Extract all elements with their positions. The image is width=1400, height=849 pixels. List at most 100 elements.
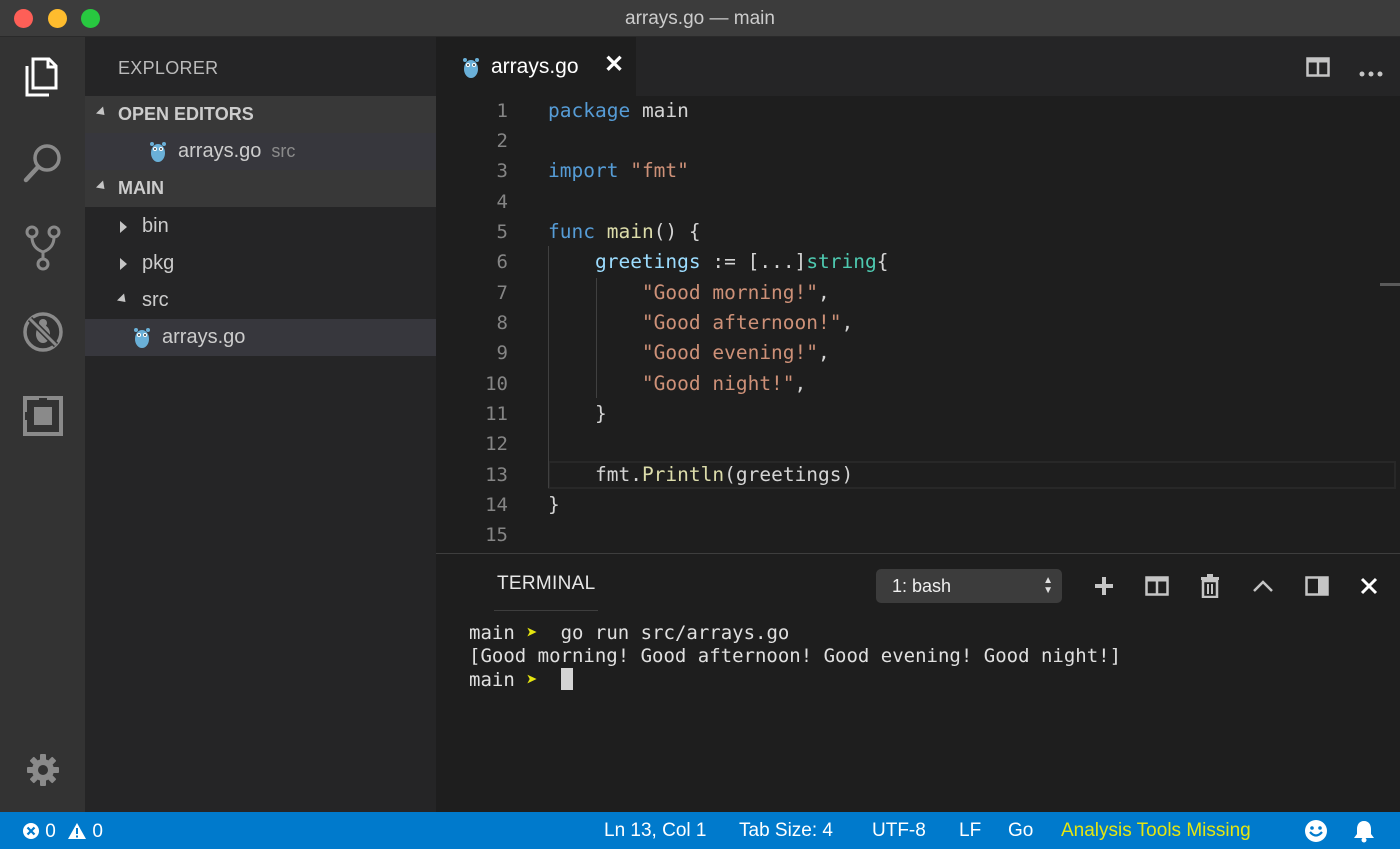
line-number: 1 <box>436 96 508 126</box>
split-icon <box>1145 576 1169 596</box>
debug-activity[interactable] <box>0 297 85 367</box>
extensions-icon <box>22 395 64 437</box>
code-line: } <box>548 490 560 520</box>
code-line: fmt.Println(greetings) <box>548 460 853 490</box>
code-line: func main() { <box>548 217 701 247</box>
new-terminal-button[interactable] <box>1087 569 1121 603</box>
line-number: 3 <box>436 156 508 186</box>
chevron-down-icon <box>117 293 129 305</box>
code-line: "Good evening!", <box>548 338 830 368</box>
debug-icon <box>21 310 65 354</box>
code-line: } <box>548 399 607 429</box>
search-activity[interactable] <box>0 128 85 198</box>
collapse-chevron-icon <box>96 106 108 118</box>
notifications-button[interactable] <box>1353 819 1375 849</box>
manage-activity[interactable] <box>0 735 85 805</box>
editor-tab-bar: arrays.go ✕ <box>436 37 1400 96</box>
tab-arrays-go[interactable]: arrays.go ✕ <box>436 37 636 96</box>
code-editor[interactable]: 1 2 3 4 5 6 7 8 9 10 11 12 13 14 15 pack… <box>436 96 1400 553</box>
tree-item-label: pkg <box>142 252 174 275</box>
end-of-line[interactable]: LF <box>959 820 981 842</box>
tree-folder-pkg[interactable]: pkg <box>85 245 436 282</box>
explorer-activity[interactable] <box>0 42 85 112</box>
split-terminal-button[interactable] <box>1140 569 1174 603</box>
collapse-chevron-icon <box>96 180 108 192</box>
tab-terminal[interactable]: TERMINAL <box>497 573 595 595</box>
close-panel-button[interactable] <box>1352 569 1386 603</box>
gear-icon <box>25 752 61 788</box>
problems-status[interactable]: 0 0 <box>22 821 103 843</box>
go-file-icon <box>133 326 151 348</box>
chevron-right-icon <box>120 221 127 233</box>
chevron-up-icon <box>1252 579 1274 593</box>
line-number: 7 <box>436 278 508 308</box>
feedback-button[interactable] <box>1304 819 1328 849</box>
warning-icon <box>67 822 87 840</box>
explorer-title: EXPLORER <box>118 58 218 79</box>
tree-file-arrays-go[interactable]: arrays.go <box>85 319 436 356</box>
line-number: 10 <box>436 369 508 399</box>
git-branch-icon <box>23 224 63 272</box>
toggle-panel-position-button[interactable] <box>1300 569 1334 603</box>
warning-count: 0 <box>92 821 103 842</box>
line-number: 14 <box>436 490 508 520</box>
line-number: 15 <box>436 520 508 550</box>
open-editor-item[interactable]: arrays.go src <box>85 133 436 170</box>
code-line: package main <box>548 96 689 126</box>
code-line: greetings := [...]string{ <box>548 247 889 277</box>
folder-header-main[interactable]: MAIN <box>85 170 436 207</box>
smiley-icon <box>1304 819 1328 843</box>
status-bar: 0 0 Ln 13, Col 1 Tab Size: 4 UTF-8 LF Go… <box>0 812 1400 849</box>
code-line: import "fmt" <box>548 156 689 186</box>
open-editor-file-name: arrays.go <box>178 140 261 163</box>
source-control-activity[interactable] <box>0 213 85 283</box>
folder-name: MAIN <box>118 178 164 199</box>
overview-ruler-mark <box>1380 283 1400 286</box>
tree-item-label: src <box>142 289 169 312</box>
line-number: 6 <box>436 247 508 277</box>
tab-close-icon[interactable]: ✕ <box>604 53 624 77</box>
explorer-sidebar: EXPLORER OPEN EDITORS arrays.go src MAIN <box>85 37 436 812</box>
title-bar: arrays.go — main <box>0 0 1400 37</box>
kill-terminal-button[interactable] <box>1193 569 1227 603</box>
analysis-tools-warning[interactable]: Analysis Tools Missing <box>1061 820 1251 842</box>
more-actions-button[interactable] <box>1359 64 1383 82</box>
error-icon <box>22 822 40 840</box>
plus-icon <box>1094 576 1114 596</box>
terminal-line[interactable]: main ➤ <box>469 668 573 692</box>
line-number: 8 <box>436 308 508 338</box>
cursor-position[interactable]: Ln 13, Col 1 <box>604 820 706 842</box>
terminal-select-value: 1: bash <box>892 576 951 597</box>
split-editor-icon <box>1306 57 1330 77</box>
language-mode[interactable]: Go <box>1008 820 1033 842</box>
tab-size[interactable]: Tab Size: 4 <box>739 820 833 842</box>
line-number: 4 <box>436 187 508 217</box>
terminal-cursor <box>561 668 573 690</box>
activity-bar <box>0 37 85 812</box>
search-icon <box>21 141 65 185</box>
terminal-line[interactable]: main ➤ go run src/arrays.go <box>469 621 789 645</box>
extensions-activity[interactable] <box>0 381 85 451</box>
encoding[interactable]: UTF-8 <box>872 820 926 842</box>
split-editor-button[interactable] <box>1306 57 1330 82</box>
active-tab-underline <box>494 610 598 611</box>
go-file-icon <box>462 56 480 78</box>
open-editors-label: OPEN EDITORS <box>118 104 254 125</box>
tree-folder-src[interactable]: src <box>85 282 436 319</box>
code-line: "Good night!", <box>548 369 806 399</box>
select-arrows-icon: ▲▼ <box>1043 576 1053 596</box>
open-editor-file-path: src <box>271 141 295 162</box>
vscode-window: arrays.go — main <box>0 0 1400 849</box>
line-number: 5 <box>436 217 508 247</box>
terminal-line[interactable]: [Good morning! Good afternoon! Good even… <box>469 644 1121 668</box>
tree-folder-bin[interactable]: bin <box>85 208 436 245</box>
open-editors-header[interactable]: OPEN EDITORS <box>85 96 436 133</box>
go-file-icon <box>149 140 167 162</box>
bell-icon <box>1353 819 1375 843</box>
line-number: 13 <box>436 460 508 490</box>
chevron-right-icon <box>120 258 127 270</box>
maximize-panel-button[interactable] <box>1246 569 1280 603</box>
terminal-select[interactable]: 1: bash ▲▼ <box>876 569 1062 603</box>
tab-label: arrays.go <box>491 55 579 79</box>
line-number: 11 <box>436 399 508 429</box>
